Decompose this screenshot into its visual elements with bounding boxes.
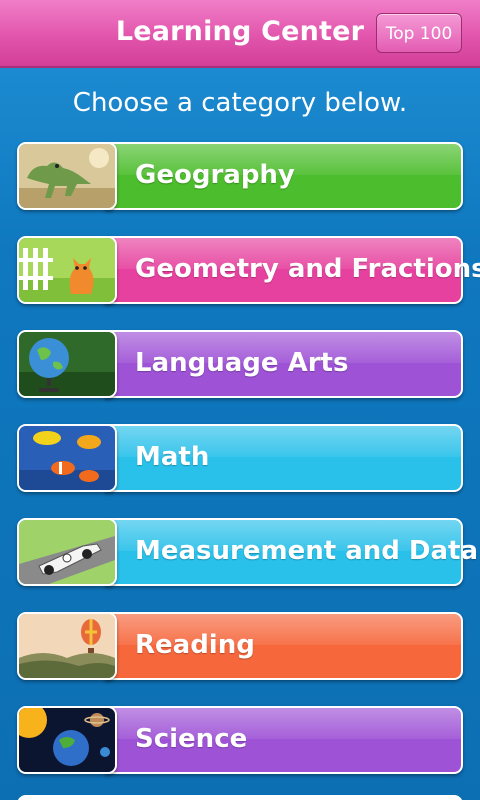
category-label: Geography (135, 160, 295, 190)
top-100-button[interactable]: Top 100 (376, 13, 462, 53)
category-label: Math (135, 442, 210, 472)
solar-system-icon (17, 706, 117, 774)
category-measurement-and-data[interactable]: Measurement and Data (17, 518, 478, 586)
subtitle: Choose a category below. (72, 88, 408, 118)
globe-icon (17, 330, 117, 398)
fish-icon (17, 424, 117, 492)
next-category-peek (17, 795, 463, 800)
category-math[interactable]: Math (17, 424, 463, 492)
category-reading[interactable]: Reading (17, 612, 463, 680)
category-label: Reading (135, 630, 255, 660)
category-label: Measurement and Data (135, 536, 479, 566)
category-label: Language Arts (135, 348, 349, 378)
hot-air-balloon-icon (17, 612, 117, 680)
app-header: Learning Center Top 100 (0, 0, 480, 68)
dinosaur-icon (17, 142, 117, 210)
race-car-icon (17, 518, 117, 586)
category-list: Choose a category below. Geography Geome… (0, 68, 480, 800)
category-geography[interactable]: Geography (17, 142, 463, 210)
category-label: Science (135, 724, 248, 754)
category-science[interactable]: Science (17, 706, 463, 774)
category-geometry-and-fractions[interactable]: Geometry and Fractions (17, 236, 480, 304)
category-language-arts[interactable]: Language Arts (17, 330, 463, 398)
category-label: Geometry and Fractions (135, 254, 480, 284)
cat-fence-icon (17, 236, 117, 304)
